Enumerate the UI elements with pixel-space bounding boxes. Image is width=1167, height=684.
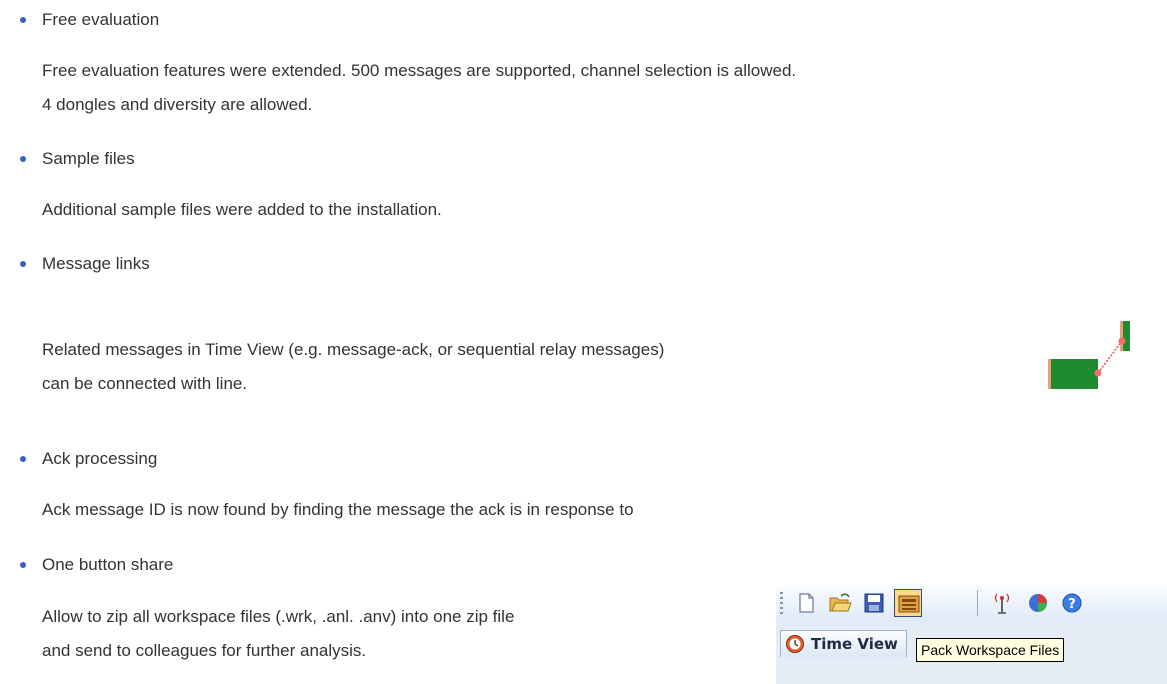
section-title-sample-files: Sample files <box>42 149 135 168</box>
clock-icon <box>786 635 804 653</box>
body-line: Ack message ID is now found by finding t… <box>42 500 634 519</box>
section-body-free-evaluation: Free evaluation features were extended. … <box>42 54 796 122</box>
pie-chart-icon[interactable] <box>1024 589 1052 617</box>
section-title-message-links: Message links <box>42 254 150 273</box>
body-line: Additional sample files were added to th… <box>42 200 442 219</box>
new-file-icon[interactable] <box>792 589 820 617</box>
section-body-one-button-share: Allow to zip all workspace files (.wrk, … <box>42 600 514 668</box>
bullet-icon <box>20 17 26 23</box>
bullet-icon <box>20 562 26 568</box>
body-line: Related messages in Time View (e.g. mess… <box>42 340 665 359</box>
toolbar-separator <box>977 590 978 616</box>
tab-strip: Time View Pack Workspace Files <box>776 622 1167 684</box>
tab-label: Time View <box>811 635 898 653</box>
section-body-sample-files: Additional sample files were added to th… <box>42 193 442 227</box>
save-icon[interactable] <box>860 589 888 617</box>
body-line: Allow to zip all workspace files (.wrk, … <box>42 607 515 626</box>
tab-time-view[interactable]: Time View <box>780 630 907 657</box>
toolbar: ? <box>776 584 1167 623</box>
body-line: can be connected with line. <box>42 374 248 393</box>
body-line: and send to colleagues for further analy… <box>42 641 367 660</box>
help-icon[interactable]: ? <box>1058 589 1086 617</box>
body-line: 4 dongles and diversity are allowed. <box>42 95 313 114</box>
bullet-icon <box>20 156 26 162</box>
release-notes-document: Free evaluation Free evaluation features… <box>0 0 1167 684</box>
pack-workspace-icon[interactable] <box>894 589 922 617</box>
antenna-icon[interactable] <box>988 589 1016 617</box>
toolbar-grip <box>780 592 783 614</box>
bullet-icon <box>20 261 26 267</box>
open-folder-icon[interactable] <box>826 589 854 617</box>
section-title-ack-processing: Ack processing <box>42 449 158 468</box>
section-body-message-links: Related messages in Time View (e.g. mess… <box>42 333 664 401</box>
body-line: Free evaluation features were extended. … <box>42 61 797 80</box>
section-body-ack-processing: Ack message ID is now found by finding t… <box>42 493 634 527</box>
toolbar-screenshot: ? Time View Pack Workspace Files <box>776 584 1167 684</box>
bullet-icon <box>20 456 26 462</box>
section-title-one-button-share: One button share <box>42 555 174 574</box>
message-link-illustration <box>1046 321 1136 395</box>
svg-text:?: ? <box>1068 597 1076 612</box>
section-title-free-evaluation: Free evaluation <box>42 10 160 29</box>
tooltip: Pack Workspace Files <box>916 638 1065 662</box>
